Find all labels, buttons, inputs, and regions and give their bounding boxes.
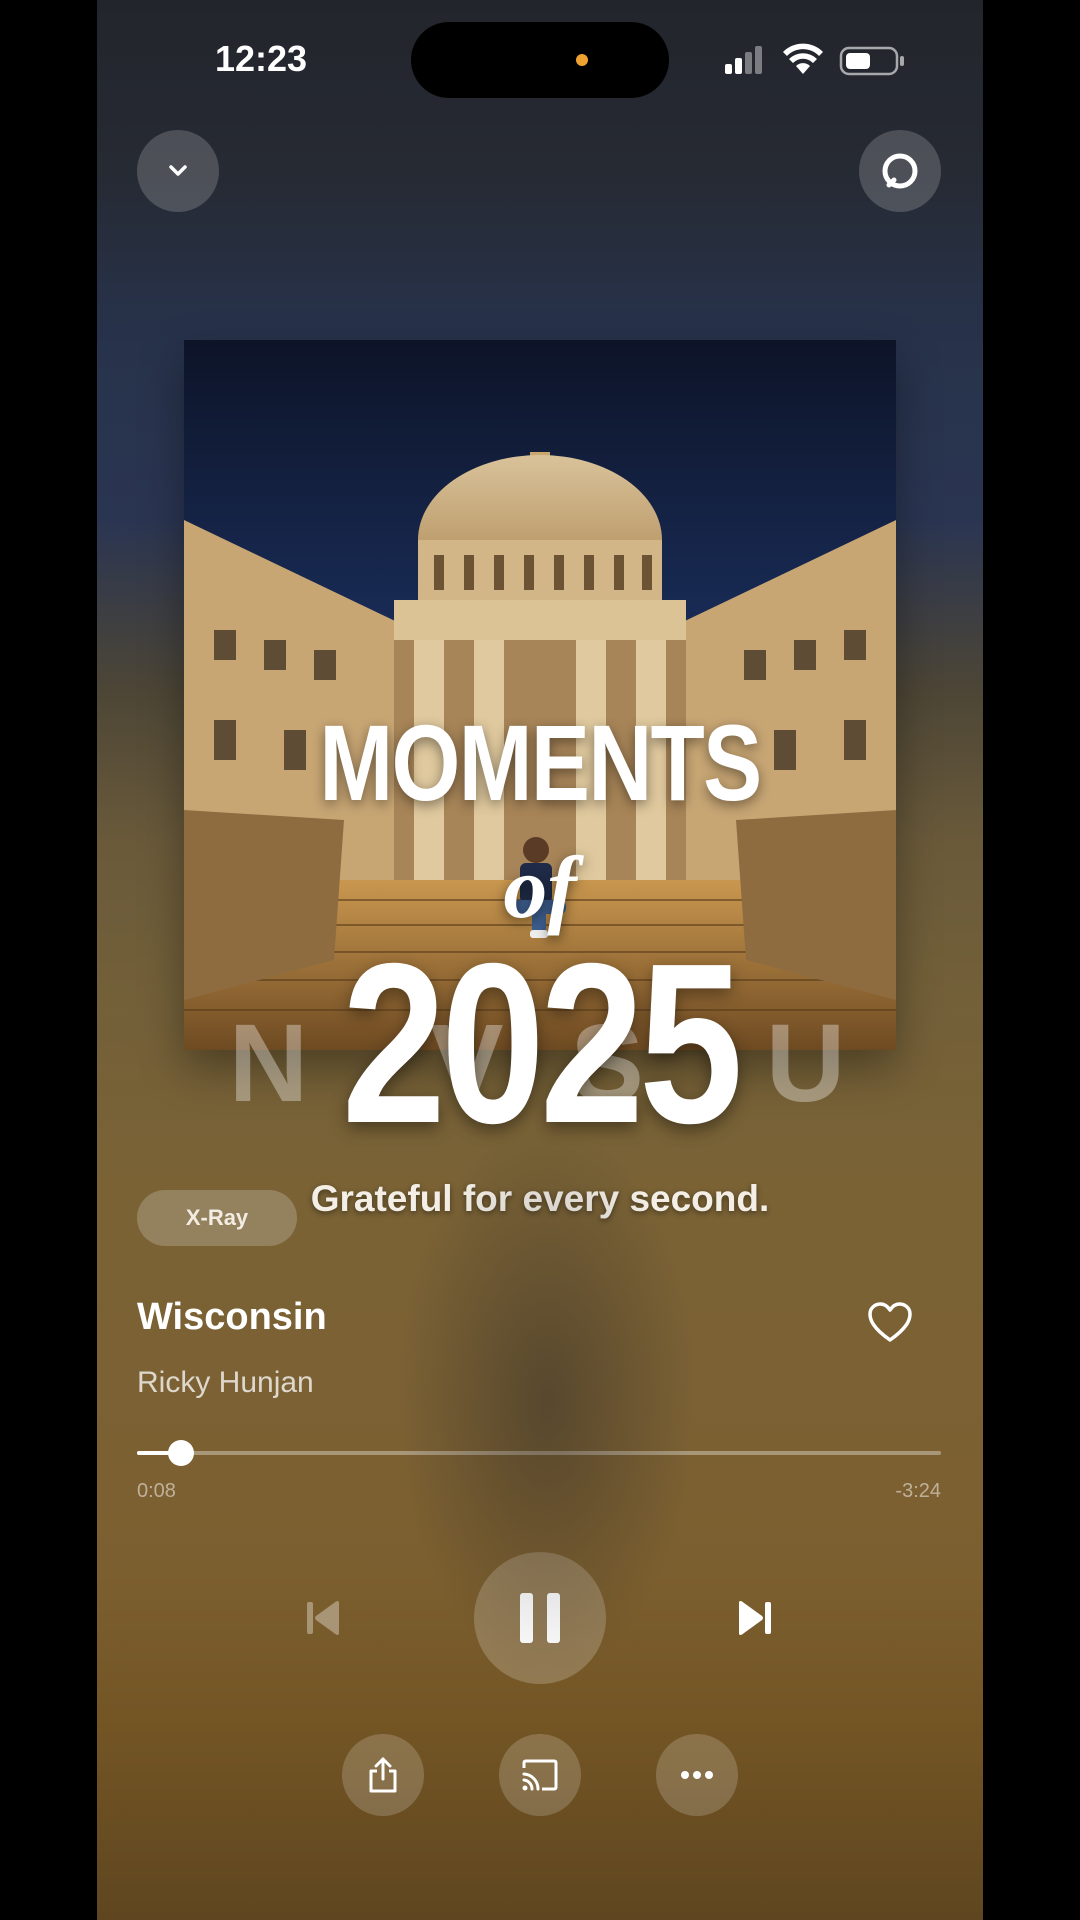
chevron-down-icon bbox=[169, 165, 187, 176]
collapse-button[interactable] bbox=[137, 130, 219, 212]
skip-next-icon[interactable] bbox=[737, 1598, 773, 1638]
more-icon bbox=[681, 1771, 713, 1779]
song-title[interactable]: Wisconsin bbox=[137, 1296, 327, 1339]
playback-progress-bar[interactable] bbox=[137, 1440, 941, 1466]
status-time: 12:23 bbox=[215, 38, 308, 79]
song-artist[interactable]: Ricky Hunjan bbox=[137, 1366, 314, 1400]
progress-thumb[interactable] bbox=[168, 1440, 195, 1466]
heart-icon[interactable] bbox=[867, 1302, 913, 1344]
now-playing-screen: 12:23 N V S U MOMENTS of 2025 Grateful f… bbox=[97, 0, 983, 1920]
status-icons bbox=[725, 43, 904, 76]
cast-button[interactable] bbox=[499, 1734, 581, 1816]
mic-indicator-dot bbox=[576, 54, 588, 66]
more-options-button[interactable] bbox=[656, 1734, 738, 1816]
cast-icon bbox=[522, 1759, 558, 1791]
pause-icon bbox=[520, 1593, 560, 1643]
remaining-time: -3:24 bbox=[895, 1480, 941, 1502]
skip-previous-icon[interactable] bbox=[305, 1598, 341, 1638]
artwork-title-moments: MOMENTS bbox=[319, 702, 762, 823]
share-icon bbox=[369, 1757, 397, 1793]
share-button[interactable] bbox=[342, 1734, 424, 1816]
battery-icon bbox=[839, 46, 904, 76]
xray-button[interactable]: X-Ray bbox=[137, 1190, 297, 1246]
cellular-signal-icon bbox=[725, 46, 762, 74]
alexa-button[interactable] bbox=[859, 130, 941, 212]
pause-button[interactable] bbox=[474, 1552, 606, 1684]
artwork-title-year: 2025 bbox=[341, 917, 743, 1171]
dynamic-island bbox=[411, 22, 669, 98]
elapsed-time: 0:08 bbox=[137, 1480, 176, 1502]
alexa-ring-icon bbox=[882, 153, 918, 189]
wifi-icon bbox=[783, 43, 823, 74]
